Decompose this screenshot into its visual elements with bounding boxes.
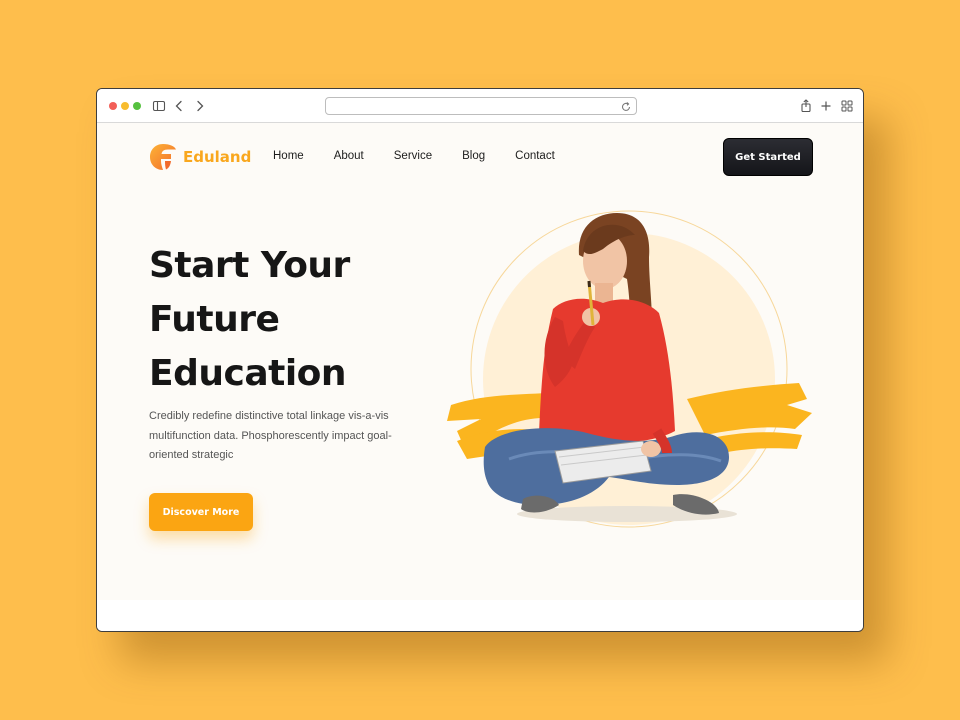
hero-title-line: Future	[149, 299, 280, 340]
tab-overview-icon[interactable]	[839, 98, 855, 114]
share-icon[interactable]	[798, 98, 814, 114]
hero-title: Start Your Future Education	[149, 239, 350, 401]
reload-icon[interactable]	[620, 100, 632, 112]
get-started-button[interactable]: Get Started	[723, 138, 813, 176]
main-nav: Home About Service Blog Contact	[273, 150, 585, 162]
hero-illustration	[447, 210, 812, 528]
back-icon[interactable]	[171, 98, 187, 114]
sidebar-icon[interactable]	[151, 98, 167, 114]
logo-icon	[150, 144, 176, 170]
page-footer-area	[97, 600, 863, 631]
brand-name: Eduland	[183, 148, 252, 166]
nav-about[interactable]: About	[334, 150, 364, 162]
hero-title-line: Start Your	[149, 245, 350, 286]
zoom-window-button[interactable]	[133, 102, 141, 110]
close-window-button[interactable]	[109, 102, 117, 110]
brand-logo[interactable]: Eduland	[149, 143, 251, 171]
nav-service[interactable]: Service	[394, 150, 432, 162]
address-bar[interactable]	[325, 97, 637, 115]
minimize-window-button[interactable]	[121, 102, 129, 110]
nav-blog[interactable]: Blog	[462, 150, 485, 162]
landing-page: Eduland Home About Service Blog Contact …	[97, 123, 863, 600]
nav-home[interactable]: Home	[273, 150, 304, 162]
browser-toolbar	[97, 89, 863, 123]
new-tab-icon[interactable]	[818, 98, 834, 114]
hero-title-line: Education	[149, 353, 347, 394]
browser-window: Eduland Home About Service Blog Contact …	[96, 88, 864, 632]
hero-description: Credibly redefine distinctive total link…	[149, 410, 392, 461]
forward-icon[interactable]	[192, 98, 208, 114]
nav-contact[interactable]: Contact	[515, 150, 555, 162]
discover-more-button[interactable]: Discover More	[149, 493, 253, 531]
